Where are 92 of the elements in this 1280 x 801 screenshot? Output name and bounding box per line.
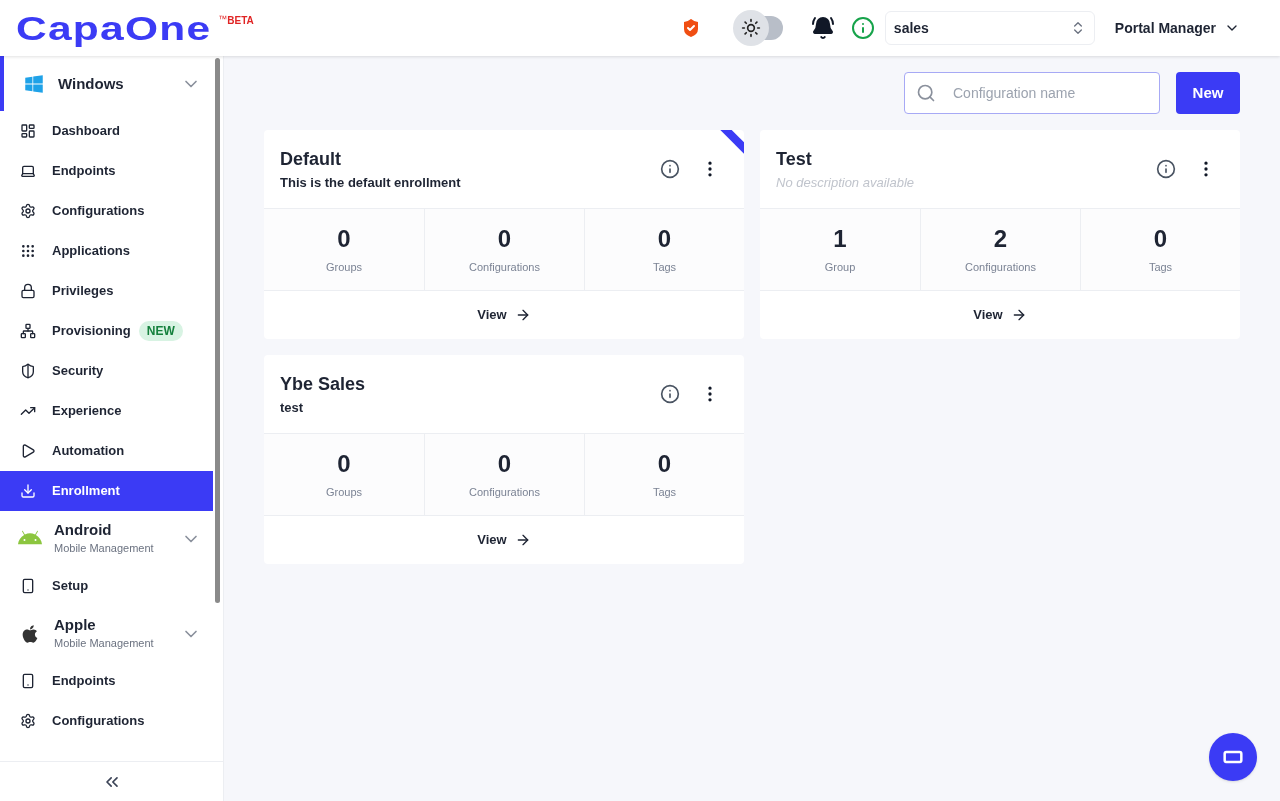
item-label: Dashboard bbox=[52, 122, 120, 141]
windows-logo-icon bbox=[24, 73, 44, 94]
item-label: Automation bbox=[52, 442, 125, 461]
laptop-icon bbox=[20, 163, 36, 179]
trademark-sign: ™ bbox=[218, 13, 228, 26]
item-label: Provisioning bbox=[52, 322, 131, 341]
sidebar-item[interactable]: Security bbox=[0, 351, 213, 391]
bell-icon[interactable] bbox=[810, 16, 835, 40]
tenant-select[interactable]: sales bbox=[884, 11, 1095, 45]
stat-value: 0 bbox=[657, 449, 672, 480]
stat-value: 0 bbox=[337, 224, 351, 255]
card-title: Ybe Sales bbox=[280, 373, 367, 397]
platform-name: Windows bbox=[58, 73, 125, 94]
chat-button[interactable] bbox=[1209, 733, 1257, 781]
platform-header[interactable]: Apple Mobile Management bbox=[0, 606, 213, 661]
item-label: Privileges bbox=[52, 282, 114, 301]
card-title: Test bbox=[776, 148, 813, 172]
sidebar-item[interactable]: Configurations bbox=[0, 191, 213, 231]
platform-header[interactable]: Android Mobile Management bbox=[0, 511, 213, 566]
item-label: Endpoints bbox=[52, 672, 116, 691]
stat-label: Configurations bbox=[469, 260, 540, 276]
platform-subtitle: Mobile Management bbox=[54, 636, 155, 652]
sidebar-item[interactable]: Setup bbox=[0, 566, 213, 606]
view-link[interactable]: View bbox=[477, 305, 531, 325]
sidebar-item[interactable]: Experience bbox=[0, 391, 213, 431]
settings-icon bbox=[20, 203, 36, 219]
network-icon bbox=[20, 323, 36, 339]
dashboard-icon bbox=[20, 123, 36, 139]
stat-value: 0 bbox=[657, 224, 672, 255]
card-description: No description available bbox=[776, 174, 916, 193]
stat-value: 1 bbox=[833, 224, 847, 255]
grid-icon bbox=[20, 243, 36, 259]
platform-subtitle: Mobile Management bbox=[54, 541, 155, 557]
user-menu[interactable]: Portal Manager bbox=[1114, 18, 1240, 38]
card-title: Default bbox=[280, 148, 342, 172]
item-label: Applications bbox=[52, 242, 130, 261]
stat-value: 0 bbox=[497, 449, 512, 480]
apple-icon bbox=[20, 623, 40, 644]
sidebar-item[interactable]: Configurations bbox=[0, 701, 213, 741]
sidebar-item[interactable]: Enrollment bbox=[0, 471, 213, 511]
download-icon bbox=[20, 483, 36, 499]
item-label: Endpoints bbox=[52, 162, 116, 181]
stat-value: 0 bbox=[337, 449, 351, 480]
new-badge: NEW bbox=[138, 321, 183, 341]
stat-label: Tags bbox=[652, 485, 677, 501]
item-label: Enrollment bbox=[52, 482, 120, 501]
info-icon[interactable] bbox=[660, 384, 680, 404]
platform-name: Apple bbox=[54, 615, 97, 636]
sidebar-item[interactable]: Applications bbox=[0, 231, 213, 271]
stat-value: 0 bbox=[1153, 224, 1168, 255]
phone-icon bbox=[20, 578, 36, 594]
tenant-value: sales bbox=[893, 19, 930, 38]
info-icon[interactable] bbox=[850, 16, 875, 40]
view-link[interactable]: View bbox=[973, 305, 1027, 325]
search-icon bbox=[916, 83, 936, 103]
stat-value: 0 bbox=[497, 224, 512, 255]
sidebar-item[interactable]: Endpoints bbox=[0, 151, 213, 191]
stat-label: Group bbox=[824, 260, 856, 276]
stat-label: Configurations bbox=[965, 260, 1036, 276]
card-description: This is the default enrollment bbox=[280, 174, 462, 193]
item-label: Setup bbox=[52, 577, 89, 596]
info-icon[interactable] bbox=[660, 159, 680, 179]
beta-label: BETA bbox=[227, 14, 254, 28]
stat-value: 2 bbox=[993, 224, 1008, 255]
view-link[interactable]: View bbox=[477, 530, 531, 550]
settings-icon bbox=[20, 713, 36, 729]
sun-icon bbox=[740, 18, 761, 38]
item-label: Security bbox=[52, 362, 104, 381]
item-label: Configurations bbox=[52, 202, 145, 221]
stat-label: Groups bbox=[325, 485, 363, 501]
item-label: Configurations bbox=[52, 712, 145, 731]
item-label: Experience bbox=[52, 402, 122, 421]
phone-icon bbox=[20, 673, 36, 689]
stat-label: Tags bbox=[652, 260, 677, 276]
new-button[interactable]: New bbox=[1176, 72, 1240, 114]
lock-icon bbox=[20, 283, 36, 299]
search-field[interactable]: Configuration name bbox=[904, 72, 1160, 114]
logo: CapaOne bbox=[16, 11, 212, 45]
sidebar-item[interactable]: Dashboard bbox=[0, 111, 213, 151]
shield-icon bbox=[20, 363, 36, 379]
stat-label: Tags bbox=[1148, 260, 1173, 276]
sidebar-item[interactable]: Provisioning NEW bbox=[0, 311, 213, 351]
card-description: test bbox=[280, 399, 305, 418]
platform-name: Android bbox=[54, 520, 113, 541]
sidebar-item[interactable]: Automation bbox=[0, 431, 213, 471]
play-icon bbox=[20, 443, 36, 459]
stat-label: Groups bbox=[325, 260, 363, 276]
theme-toggle[interactable] bbox=[732, 10, 783, 46]
sidebar-item[interactable]: Privileges bbox=[0, 271, 213, 311]
sidebar-item[interactable]: Endpoints bbox=[0, 661, 213, 701]
stat-label: Configurations bbox=[469, 485, 540, 501]
info-icon[interactable] bbox=[1156, 159, 1176, 179]
